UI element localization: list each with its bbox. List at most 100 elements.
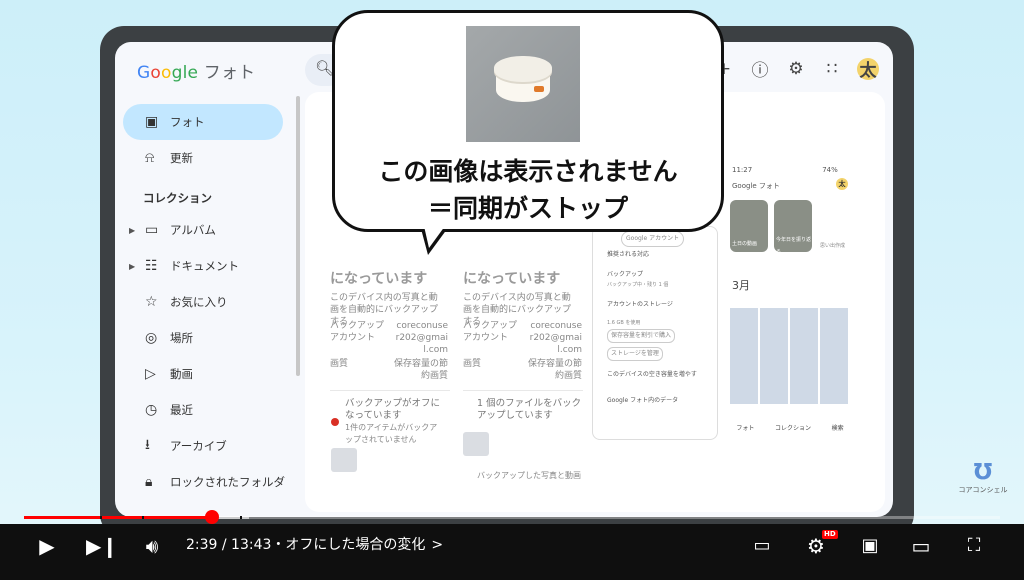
fullscreen-icon[interactable]: ⛶: [960, 534, 988, 558]
sidebar-item-documents[interactable]: ▶ ☷ ドキュメント: [123, 248, 295, 284]
photo-thumbnail[interactable]: [331, 448, 357, 472]
subtitles-icon[interactable]: ▭: [748, 534, 776, 558]
phone-nav-photos[interactable]: フォト: [736, 423, 754, 432]
tile-label: 思い出作成: [820, 243, 846, 249]
error-icon: [331, 418, 339, 426]
example-photo: [466, 26, 580, 142]
google-photos-logo[interactable]: Google フォト: [137, 58, 255, 83]
buy-storage-button[interactable]: 保存容量を割引で購入: [607, 329, 676, 343]
chapter-marker: [142, 516, 144, 519]
sidebar-item-albums[interactable]: ▶ ▭ アルバム: [123, 212, 295, 248]
sidebar: ▣ フォト ⍾ 更新 コレクション ▶ ▭ アルバム ▶ ☷ ドキュメント ☆ …: [115, 104, 295, 500]
quality-value: 保存容量の節約画質: [527, 359, 582, 381]
gear-icon[interactable]: ⚙: [785, 59, 807, 79]
backup-heading: になっています: [330, 271, 428, 287]
lock-icon: 🔒︎: [145, 474, 153, 490]
scrubber-handle[interactable]: [205, 510, 219, 524]
sidebar-item-label: ロックされたフォルダ: [170, 475, 285, 489]
phone-bottom-nav: フォト コレクション 検索: [726, 423, 854, 432]
chapter-marker: [240, 516, 242, 519]
archive-icon: ⭳: [145, 437, 150, 453]
quality-value: 保存容量の節約画質: [393, 359, 448, 381]
photo-grid[interactable]: [730, 308, 850, 404]
sidebar-item-photos[interactable]: ▣ フォト: [123, 104, 283, 140]
divider: [330, 390, 450, 391]
video-frame[interactable]: Google フォト 🔍︎ + ⓘ ⚙ ∷ 太 ▣ フォト ⍾ 更新 コレクショ…: [0, 0, 1024, 580]
divider: [463, 390, 583, 391]
next-icon[interactable]: ▶❙: [86, 534, 118, 558]
menu-subtext: バックアップ中・残り 1 個: [607, 282, 669, 288]
sidebar-item-label: 更新: [170, 151, 193, 165]
avatar[interactable]: 太: [857, 57, 879, 81]
bubble-text-line1: この画像は表示されません: [378, 157, 678, 186]
volume-icon[interactable]: 🔊︎: [138, 534, 166, 558]
account-value: coreconuser202@gmail.com: [395, 321, 448, 355]
phone-nav-search[interactable]: 検索: [832, 423, 844, 432]
phone-account-menu: Google アカウント 推奨される対応 バックアップ バックアップ中・残り 1…: [592, 226, 718, 440]
backup-heading: になっています: [463, 271, 561, 287]
toolbar-icons: + ⓘ ⚙ ∷ 太: [713, 56, 879, 81]
channel-watermark[interactable]: ℧ コアコンシェル: [958, 460, 1008, 506]
google-account-button[interactable]: Google アカウント: [621, 231, 685, 247]
photo-icon: ▣: [145, 114, 159, 130]
sidebar-item-label: 動画: [170, 367, 193, 381]
chapter-marker: [100, 516, 102, 519]
expand-arrow-icon[interactable]: ▶: [129, 226, 135, 235]
account-label: バックアップアカウント: [330, 321, 385, 343]
phone-avatar[interactable]: 太: [836, 178, 848, 190]
jar-image: [494, 56, 552, 106]
quality-label: 画質: [463, 359, 482, 369]
phone-nav-collections[interactable]: コレクション: [775, 423, 811, 432]
hd-badge: HD: [822, 530, 838, 539]
video-icon: ▷: [145, 366, 156, 382]
logo-letter: o: [160, 63, 172, 83]
sidebar-item-label: アルバム: [170, 223, 216, 237]
time-display: 2:39 / 13:43・オフにした場合の変化 >: [186, 536, 443, 554]
logo-letter: o: [150, 63, 161, 83]
menu-item[interactable]: 推奨される対応: [607, 249, 649, 261]
sidebar-item-favorites[interactable]: ☆ お気に入り: [123, 284, 295, 320]
bubble-tail-inner: [424, 226, 445, 248]
sidebar-item-label: アーカイブ: [170, 439, 227, 453]
phone-app-title: Google フォト: [732, 182, 780, 190]
photo-thumbnail[interactable]: [463, 432, 489, 456]
sidebar-item-recent[interactable]: ◷ 最近: [123, 392, 295, 428]
theater-mode-icon[interactable]: ▭: [906, 534, 936, 558]
phone-status-bar: 11:27 74%: [732, 166, 838, 174]
month-heading: 3月: [732, 279, 750, 292]
sidebar-item-videos[interactable]: ▷ 動画: [123, 356, 295, 392]
help-icon[interactable]: ⓘ: [749, 56, 771, 81]
sidebar-item-archive[interactable]: ⭳ アーカイブ: [123, 428, 295, 464]
star-icon: ☆: [145, 294, 158, 310]
progress-played: [24, 516, 212, 519]
manage-storage-button[interactable]: ストレージを管理: [607, 347, 663, 361]
sidebar-item-label: お気に入り: [170, 295, 228, 309]
menu-item[interactable]: Google フォト内のデータ: [607, 395, 678, 407]
bell-icon: ⍾: [145, 150, 155, 166]
sidebar-item-places[interactable]: ◎ 場所: [123, 320, 295, 356]
menu-item[interactable]: このデバイスの空き容量を増やす: [607, 369, 697, 381]
sidebar-item-label: フォト: [170, 115, 205, 129]
chapter-title[interactable]: ・オフにした場合の変化: [271, 537, 425, 553]
tile-label: 土日の動画: [732, 241, 758, 247]
expand-arrow-icon[interactable]: ▶: [129, 262, 135, 271]
sidebar-scrollbar[interactable]: [296, 96, 300, 376]
location-icon: ◎: [145, 330, 158, 346]
miniplayer-icon[interactable]: ▣: [856, 534, 884, 558]
sidebar-item-locked-folder[interactable]: 🔒︎ ロックされたフォルダ: [123, 464, 295, 500]
bubble-text-line2: ＝同期がストップ: [427, 194, 628, 223]
sidebar-item-updates[interactable]: ⍾ 更新: [123, 140, 295, 176]
apps-grid-icon[interactable]: ∷: [821, 59, 843, 79]
backup-status: 1 個のファイルをバックアップしています: [477, 398, 582, 421]
menu-subtext: 1.6 GB を使用: [607, 320, 641, 326]
account-value: coreconuser202@gmail.com: [529, 321, 582, 355]
player-controls: ▶ ▶❙ 🔊︎ 2:39 / 13:43・オフにした場合の変化 > ▭ ⚙ HD …: [0, 524, 1024, 580]
chevron-right-icon[interactable]: >: [431, 537, 443, 553]
watermark-text: コアコンシェル: [958, 486, 1008, 494]
play-icon[interactable]: ▶: [34, 534, 60, 558]
sidebar-item-label: ドキュメント: [170, 259, 239, 273]
clock-icon: ◷: [145, 402, 158, 418]
menu-item[interactable]: アカウントのストレージ: [607, 299, 673, 311]
quality-label: 画質: [330, 359, 349, 369]
sidebar-item-label: 場所: [170, 331, 193, 345]
